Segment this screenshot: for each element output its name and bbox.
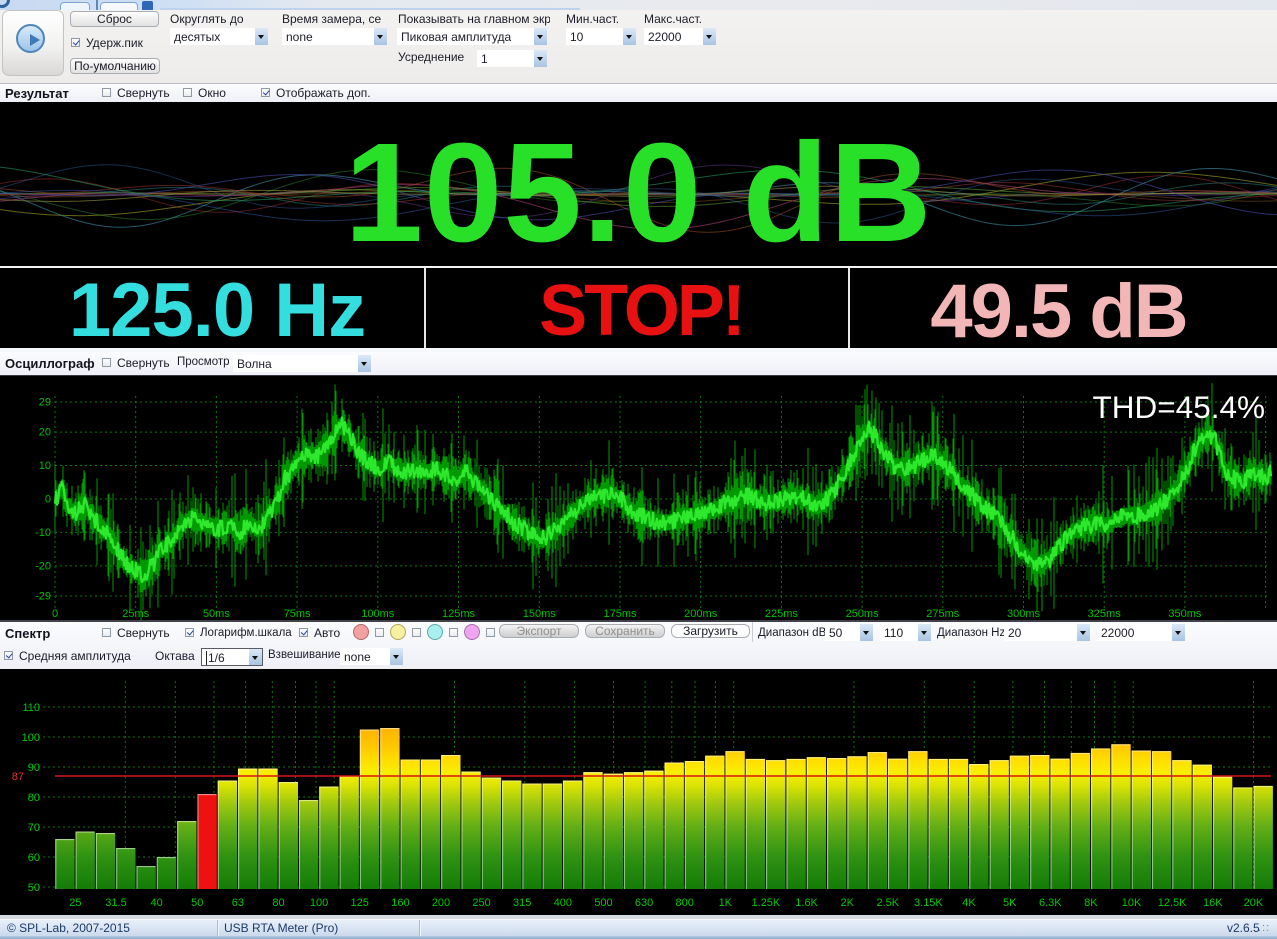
- svg-text:110: 110: [22, 702, 40, 714]
- svg-text:29: 29: [39, 397, 51, 409]
- svg-text:80: 80: [28, 792, 40, 804]
- svg-text:0: 0: [45, 494, 51, 506]
- svg-text:-20: -20: [35, 560, 51, 572]
- svg-text:2K: 2K: [840, 897, 854, 909]
- svg-text:-10: -10: [35, 527, 51, 539]
- svg-text:10: 10: [39, 460, 51, 472]
- svg-text:200: 200: [432, 897, 450, 909]
- svg-text:630: 630: [635, 897, 653, 909]
- svg-text:100: 100: [22, 732, 40, 744]
- svg-text:125: 125: [351, 897, 369, 909]
- svg-text:275ms: 275ms: [926, 608, 960, 620]
- svg-text:100ms: 100ms: [361, 608, 395, 620]
- svg-text:250ms: 250ms: [846, 608, 880, 620]
- svg-text:225ms: 225ms: [765, 608, 799, 620]
- svg-text:80: 80: [272, 897, 284, 909]
- svg-text:400: 400: [554, 897, 572, 909]
- svg-text:100: 100: [310, 897, 328, 909]
- svg-text:6.3K: 6.3K: [1039, 897, 1062, 909]
- svg-text:50: 50: [28, 882, 40, 894]
- svg-text:800: 800: [676, 897, 694, 909]
- svg-text:500: 500: [594, 897, 612, 909]
- svg-text:63: 63: [232, 897, 244, 909]
- svg-text:20K: 20K: [1244, 897, 1264, 909]
- svg-text:-29: -29: [35, 591, 51, 603]
- svg-text:150ms: 150ms: [523, 608, 557, 620]
- svg-text:175ms: 175ms: [603, 608, 637, 620]
- svg-text:325ms: 325ms: [1088, 608, 1122, 620]
- svg-text:0: 0: [52, 608, 58, 620]
- svg-text:16K: 16K: [1203, 897, 1223, 909]
- svg-text:5K: 5K: [1003, 897, 1017, 909]
- svg-text:50: 50: [191, 897, 203, 909]
- svg-text:70: 70: [28, 822, 40, 834]
- svg-text:THD=45.4%: THD=45.4%: [1093, 389, 1265, 425]
- svg-text:350ms: 350ms: [1168, 608, 1202, 620]
- svg-text:1.6K: 1.6K: [795, 897, 818, 909]
- svg-text:8K: 8K: [1084, 897, 1098, 909]
- svg-text:3.15K: 3.15K: [914, 897, 943, 909]
- svg-text:20: 20: [39, 427, 51, 439]
- svg-text:250: 250: [472, 897, 490, 909]
- svg-text:60: 60: [28, 852, 40, 864]
- svg-text:315: 315: [513, 897, 531, 909]
- svg-text:1K: 1K: [719, 897, 733, 909]
- svg-text:10K: 10K: [1122, 897, 1142, 909]
- svg-text:2.5K: 2.5K: [876, 897, 899, 909]
- svg-text:1.25K: 1.25K: [752, 897, 781, 909]
- svg-text:87: 87: [12, 771, 24, 783]
- svg-text:50ms: 50ms: [203, 608, 230, 620]
- svg-text:40: 40: [150, 897, 162, 909]
- svg-text:200ms: 200ms: [684, 608, 718, 620]
- svg-text:300ms: 300ms: [1007, 608, 1041, 620]
- svg-text:25ms: 25ms: [122, 608, 149, 620]
- svg-text:12.5K: 12.5K: [1158, 897, 1187, 909]
- svg-text:125ms: 125ms: [442, 608, 476, 620]
- svg-text:90: 90: [28, 762, 40, 774]
- svg-text:25: 25: [69, 897, 81, 909]
- svg-text:75ms: 75ms: [284, 608, 311, 620]
- svg-text:160: 160: [391, 897, 409, 909]
- svg-text:4K: 4K: [962, 897, 976, 909]
- svg-text:31.5: 31.5: [105, 897, 126, 909]
